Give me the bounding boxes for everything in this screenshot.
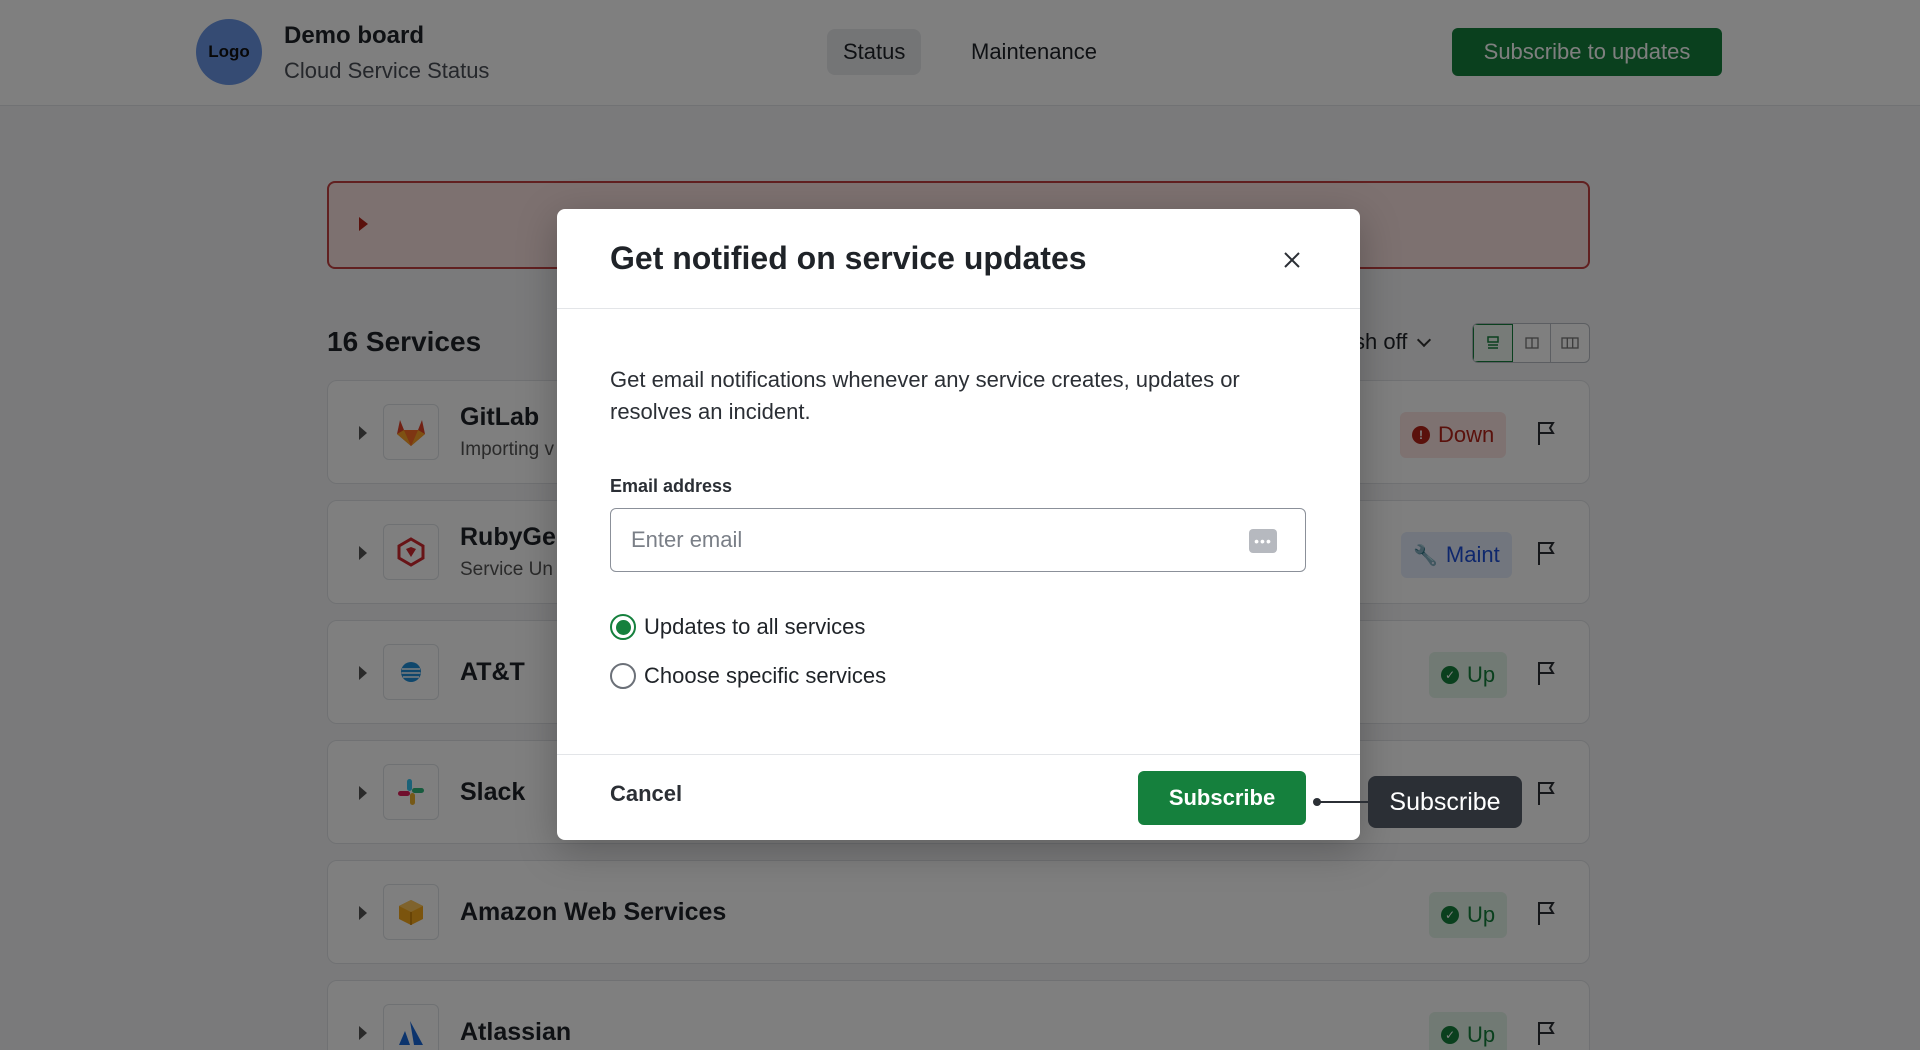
dialog-description: Get email notifications whenever any ser…	[610, 367, 1240, 424]
password-manager-icon[interactable]: •••	[1249, 529, 1277, 553]
tooltip: Subscribe	[1368, 776, 1522, 828]
close-button[interactable]	[1277, 245, 1307, 275]
tooltip-anchor	[1313, 798, 1321, 806]
subscribe-button[interactable]: Subscribe	[1138, 771, 1306, 825]
email-label: Email address	[610, 476, 733, 496]
radio-all-services[interactable]	[610, 614, 636, 640]
close-icon	[1284, 252, 1300, 268]
option-specific-services[interactable]: Choose specific services	[610, 663, 886, 689]
option-all-services[interactable]: Updates to all services	[610, 614, 865, 640]
dialog-footer: Cancel Subscribe	[557, 754, 1360, 840]
option-label: Updates to all services	[644, 614, 866, 639]
dialog-header: Get notified on service updates	[557, 209, 1360, 309]
cancel-button[interactable]: Cancel	[610, 781, 682, 807]
tooltip-connector	[1316, 801, 1368, 803]
option-label: Choose specific services	[644, 663, 887, 688]
dialog-title: Get notified on service updates	[610, 240, 1087, 276]
subscribe-dialog: Get notified on service updates Get emai…	[557, 209, 1360, 840]
email-input[interactable]	[610, 508, 1306, 572]
radio-specific-services[interactable]	[610, 663, 636, 689]
